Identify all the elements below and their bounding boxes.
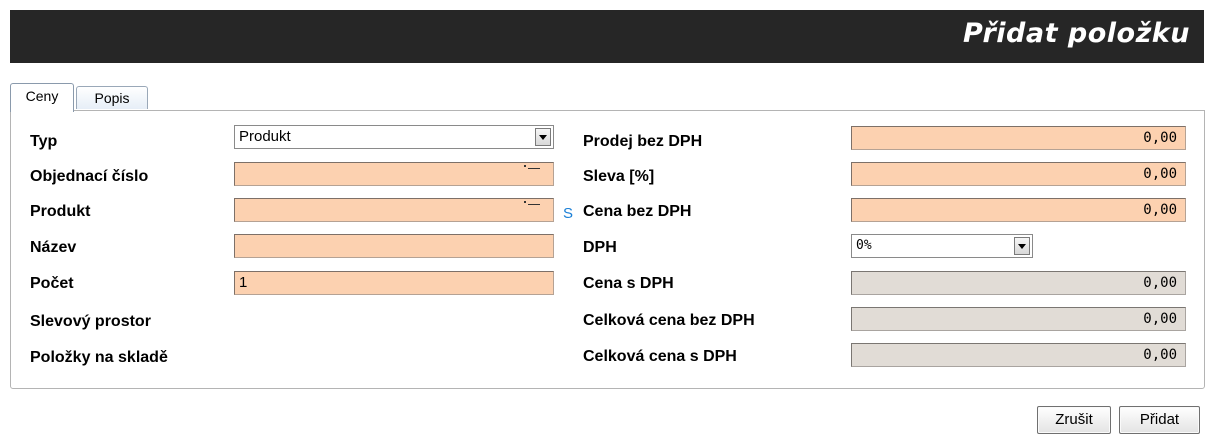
cancel-button[interactable]: Zrušit: [1037, 406, 1111, 434]
tab-ceny[interactable]: Ceny: [10, 83, 74, 112]
dph-label: DPH: [583, 239, 617, 256]
typ-label: Typ: [30, 133, 58, 150]
nazev-label: Název: [30, 239, 77, 256]
chevron-down-icon[interactable]: [1014, 237, 1030, 255]
list-picker-icon[interactable]: [524, 201, 540, 207]
cena-s-dph-label: Cena s DPH: [583, 275, 674, 292]
title-bar: Přidat položku: [10, 10, 1204, 63]
produkt-field[interactable]: [234, 198, 554, 222]
prodej-bez-dph-field[interactable]: 0,00: [851, 126, 1186, 150]
celkova-cena-s-dph-label: Celková cena s DPH: [583, 348, 737, 365]
pocet-label: Počet: [30, 275, 74, 292]
nazev-field[interactable]: [234, 234, 554, 258]
chevron-down-icon[interactable]: [535, 128, 551, 146]
sleva-field[interactable]: 0,00: [851, 162, 1186, 186]
cena-bez-dph-label: Cena bez DPH: [583, 203, 692, 220]
prodej-bez-dph-label: Prodej bez DPH: [583, 133, 703, 150]
celkova-cena-bez-dph-label: Celková cena bez DPH: [583, 312, 755, 329]
page-title: Přidat položku: [963, 18, 1190, 49]
cena-bez-dph-field[interactable]: 0,00: [851, 198, 1186, 222]
produkt-label: Produkt: [30, 203, 91, 220]
dph-value: 0%: [856, 238, 872, 253]
polozky-na-sklade-label: Položky na skladě: [30, 349, 168, 366]
objednaci-cislo-field[interactable]: [234, 162, 554, 186]
celkova-cena-s-dph-field: 0,00: [851, 343, 1186, 367]
sleva-label: Sleva [%]: [583, 168, 655, 185]
cena-s-dph-field: 0,00: [851, 271, 1186, 295]
typ-value: Produkt: [239, 128, 291, 145]
slevovy-prostor-label: Slevový prostor: [30, 313, 151, 330]
typ-select[interactable]: Produkt: [234, 125, 554, 149]
add-button[interactable]: Přidat: [1119, 406, 1200, 434]
objednaci-cislo-label: Objednací číslo: [30, 168, 149, 185]
produkt-search-link[interactable]: S: [563, 205, 573, 222]
list-picker-icon[interactable]: [524, 165, 540, 171]
tab-popis[interactable]: Popis: [76, 86, 148, 109]
prices-panel: Typ Produkt Objednací číslo Produkt S Ná…: [10, 110, 1205, 389]
celkova-cena-bez-dph-field: 0,00: [851, 307, 1186, 331]
dph-select[interactable]: 0%: [851, 234, 1033, 258]
pocet-field[interactable]: 1: [234, 271, 554, 295]
